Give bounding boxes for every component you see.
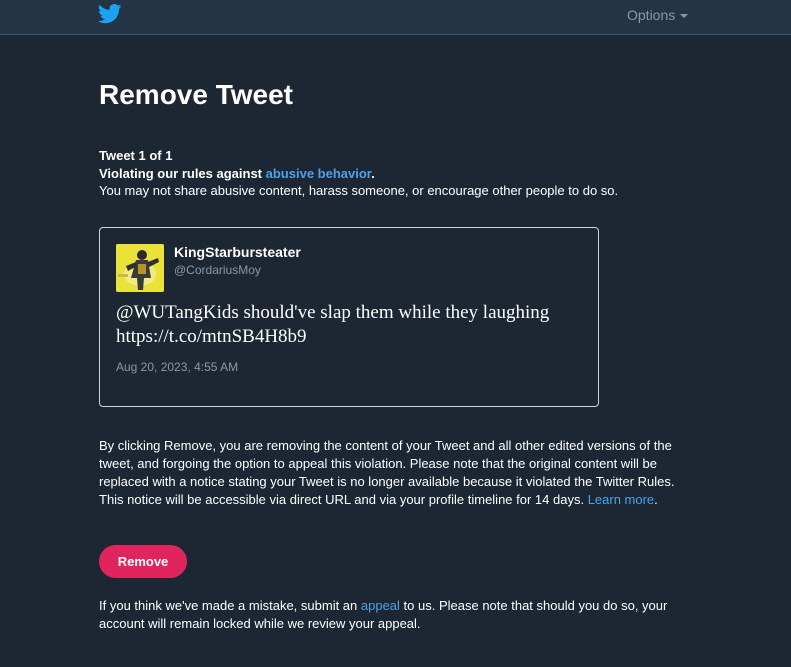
appeal-link[interactable]: appeal — [361, 598, 400, 613]
tweet-counter: Tweet 1 of 1 — [99, 148, 173, 163]
abusive-behavior-link[interactable]: abusive behavior — [266, 166, 372, 181]
top-bar: Options — [0, 0, 791, 35]
tweet-link: https://t.co/mtnSB4H8b9 — [116, 326, 307, 347]
disclaimer-suffix: . — [654, 492, 658, 507]
violation-description: You may not share abusive content, haras… — [99, 183, 619, 198]
avatar-figure-icon — [116, 244, 164, 292]
removal-disclaimer: By clicking Remove, you are removing the… — [99, 437, 689, 509]
tweet-timestamp: Aug 20, 2023, 4:55 AM — [116, 360, 239, 374]
twitter-bird-icon[interactable] — [98, 4, 122, 24]
chevron-down-icon — [680, 14, 689, 18]
appeal-notice: If you think we've made a mistake, submi… — [99, 597, 699, 633]
tweet-display-name: KingStarbursteater — [174, 244, 301, 260]
tweet-text-line: @WUTangKids should've slap them while th… — [116, 302, 550, 323]
violation-suffix: . — [371, 166, 375, 181]
tweet-handle: @CordariusMoy — [174, 263, 261, 277]
violation-prefix: Violating our rules against — [99, 166, 266, 181]
avatar — [116, 244, 164, 292]
options-menu[interactable]: Options — [627, 7, 689, 23]
appeal-prefix: If you think we've made a mistake, submi… — [99, 598, 361, 613]
learn-more-link[interactable]: Learn more — [588, 492, 654, 507]
tweet-card: KingStarbursteater @CordariusMoy @WUTang… — [99, 227, 599, 407]
page-title: Remove Tweet — [99, 79, 293, 110]
tweet-text: @WUTangKids should've slap them while th… — [116, 301, 586, 349]
options-label: Options — [627, 7, 676, 23]
violation-heading: Violating our rules against abusive beha… — [99, 166, 375, 181]
remove-button[interactable]: Remove — [99, 545, 187, 578]
